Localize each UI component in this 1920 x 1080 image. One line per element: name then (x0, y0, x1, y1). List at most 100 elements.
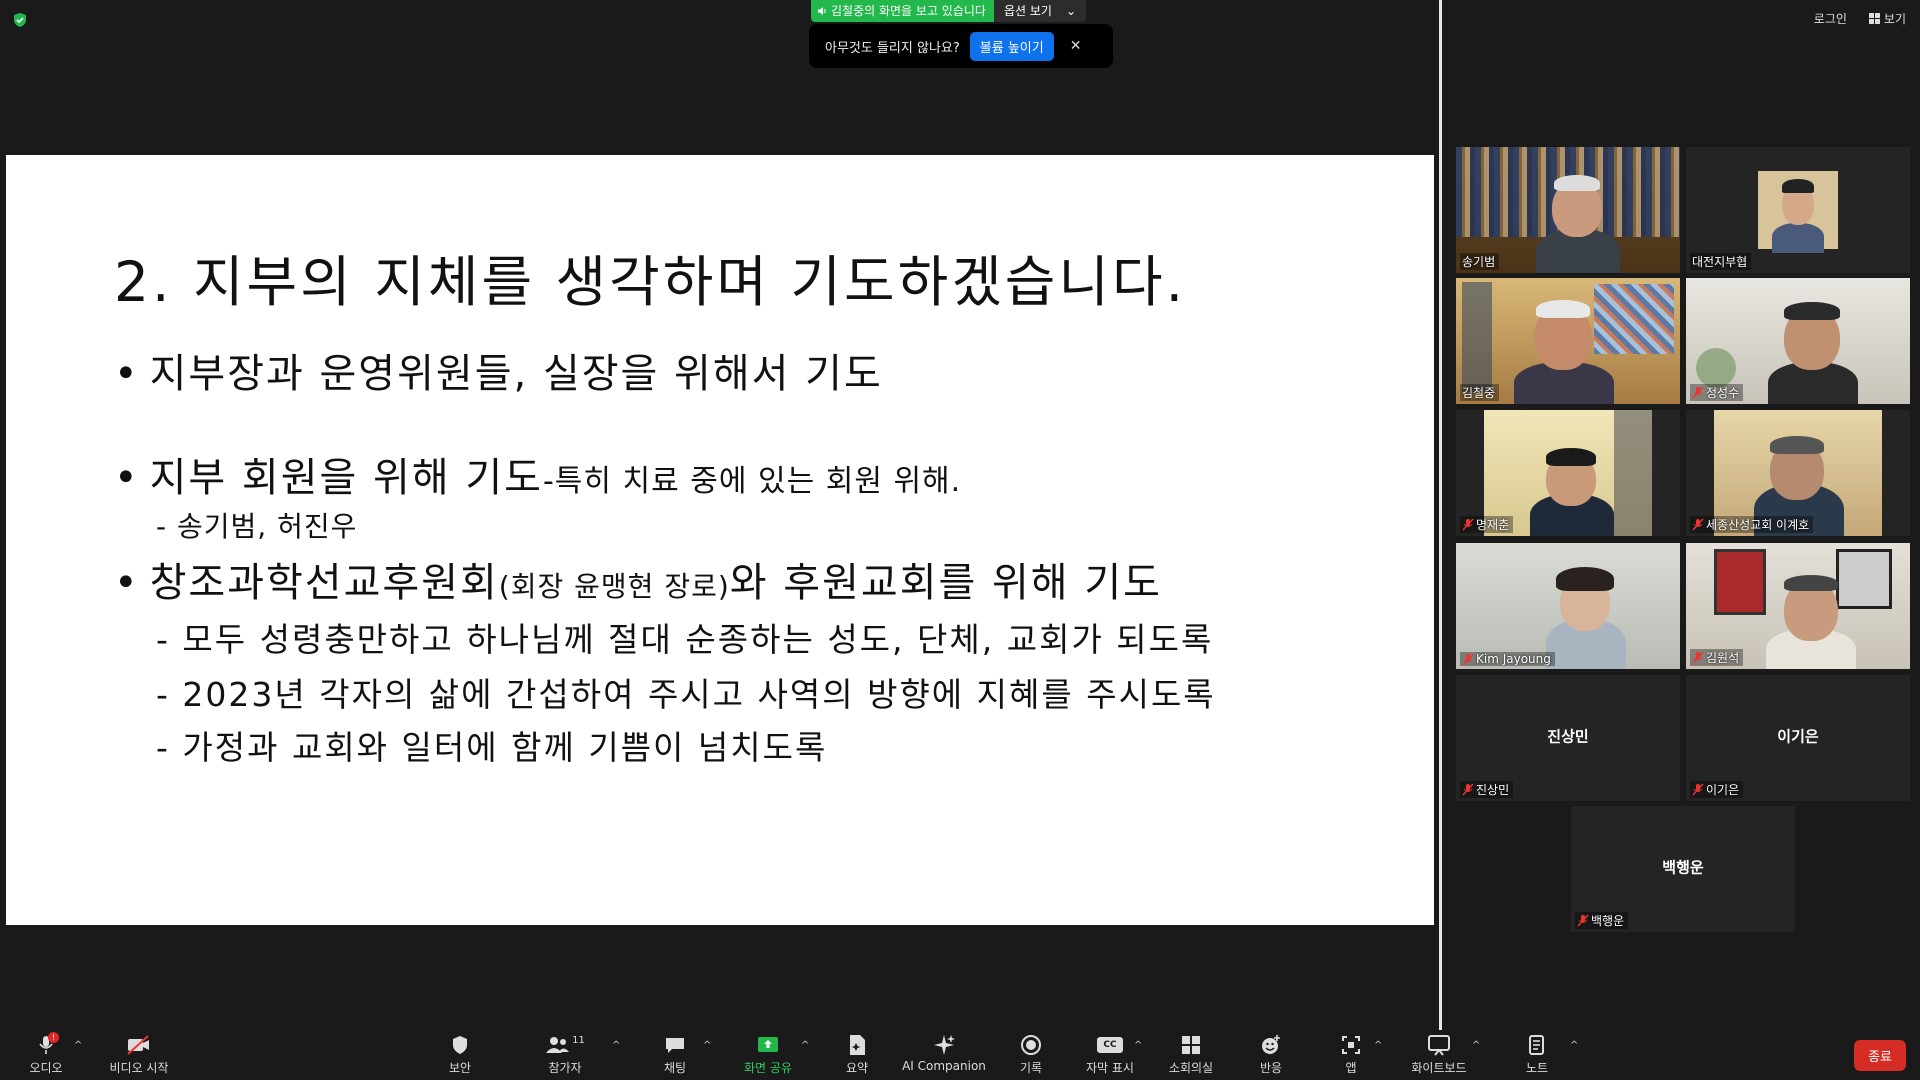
whiteboard-button[interactable]: 화이트보드 (1404, 1030, 1474, 1080)
participant-video-tile[interactable]: 명재춘 (1456, 410, 1680, 536)
participant-display-name: 이기은 (1777, 727, 1819, 746)
video-off-icon (126, 1033, 152, 1057)
breakout-rooms-button[interactable]: 소회의실 (1166, 1030, 1216, 1080)
chevron-down-icon: ⌄ (1065, 4, 1077, 18)
view-options-button[interactable]: 옵션 보기 ⌄ (993, 0, 1087, 22)
close-icon[interactable]: ✕ (1070, 38, 1082, 54)
breakout-rooms-label: 소회의실 (1168, 1061, 1214, 1075)
bullet-dot: • (114, 560, 140, 606)
start-video-label: 비디오 시작 (109, 1061, 169, 1075)
apps-label: 앱 (1345, 1061, 1357, 1075)
mic-muted-icon (1462, 518, 1474, 531)
apps-options-caret[interactable]: ^ (1374, 1040, 1382, 1051)
mic-muted-icon (1692, 518, 1704, 531)
participant-name: 대전지부협 (1690, 253, 1752, 270)
top-right-controls: 로그인 보기 (1814, 10, 1906, 27)
notes-options-caret[interactable]: ^ (1570, 1040, 1578, 1051)
ai-companion-label: AI Companion (902, 1059, 986, 1073)
participants-label: 참가자 (548, 1061, 582, 1075)
chat-button[interactable]: 채팅 (660, 1030, 690, 1080)
bullet-3-sub-1: - 모두 성령충만하고 하나님께 절대 순종하는 성도, 단체, 교회가 되도록 (156, 620, 1214, 659)
whiteboard-options-caret[interactable]: ^ (1472, 1040, 1480, 1051)
notes-label: 노트 (1525, 1061, 1549, 1075)
mic-muted-icon (1462, 783, 1474, 796)
bullet-3-sub-3: - 가정과 교회와 일터에 함께 기쁨이 넘치도록 (156, 728, 828, 767)
breakout-grid-icon (1180, 1033, 1202, 1057)
security-shield-icon (14, 13, 26, 27)
slide-bullet-1: • 지부장과 운영위원들, 실장을 위해서 기도 (114, 341, 883, 399)
summary-label: 요약 (845, 1061, 869, 1075)
mic-muted-icon (1692, 651, 1704, 664)
bullet-1-text: 지부장과 운영위원들, 실장을 위해서 기도 (149, 351, 883, 397)
screen-share-banner: 김철중의 화면을 보고 있습니다 옵션 보기 ⌄ (811, 0, 1087, 22)
end-meeting-button[interactable]: 종료 (1854, 1040, 1906, 1071)
participant-video-tile-active-speaker[interactable]: 김철중 (1456, 278, 1680, 404)
view-button[interactable]: 보기 (1868, 10, 1906, 27)
profile-picture (1758, 171, 1838, 253)
summary-button[interactable]: 요약 (842, 1030, 872, 1080)
slide-title: 2. 지부의 지체를 생각하며 기도하겠습니다. (114, 250, 1187, 314)
ai-companion-button[interactable]: AI Companion (902, 1030, 986, 1080)
chat-bubble-icon (664, 1033, 686, 1057)
audio-button[interactable]: ! 오디오 (26, 1030, 66, 1080)
login-button[interactable]: 로그인 (1814, 10, 1847, 27)
closed-captions-icon: CC (1097, 1033, 1123, 1057)
captions-options-caret[interactable]: ^ (1134, 1040, 1142, 1051)
captions-label: 자막 표시 (1086, 1061, 1134, 1075)
participant-video-tile[interactable]: 송기범 (1456, 147, 1680, 273)
notes-button[interactable]: 노트 (1522, 1030, 1552, 1080)
cc-glyph: CC (1097, 1037, 1123, 1053)
captions-button[interactable]: CC 자막 표시 (1082, 1030, 1138, 1080)
participant-video-tile[interactable]: Kim Jayoung (1456, 543, 1680, 669)
participant-video-tile[interactable]: 대전지부협 (1686, 147, 1910, 273)
bullet-3-main: 창조과학선교후원회 (149, 560, 499, 606)
record-button[interactable]: 기록 (1016, 1030, 1046, 1080)
participant-name: 백행운 (1575, 912, 1629, 929)
participant-tile-no-video[interactable]: 백행운 백행운 (1571, 806, 1795, 932)
bullet-2-main: 지부 회원을 위해 기도 (149, 455, 543, 501)
bullet-3-paren: (회장 윤맹현 장로) (498, 570, 730, 603)
summary-document-icon (847, 1033, 867, 1057)
participant-name: 세종산성교회 이계호 (1690, 516, 1814, 533)
audio-toast-message: 아무것도 들리지 않나요? (825, 40, 960, 56)
participant-name: 김철중 (1460, 384, 1500, 401)
view-label: 보기 (1883, 12, 1906, 26)
shield-icon (451, 1033, 469, 1057)
increase-volume-button[interactable]: 볼륨 높이기 (969, 31, 1054, 61)
audio-warning-badge: ! (48, 1032, 59, 1043)
record-label: 기록 (1019, 1061, 1043, 1075)
audio-options-caret[interactable]: ^ (74, 1040, 82, 1051)
share-options-caret[interactable]: ^ (801, 1040, 809, 1051)
video-feed (1456, 543, 1680, 669)
participants-options-caret[interactable]: ^ (612, 1040, 620, 1051)
apps-button[interactable]: 앱 (1338, 1030, 1364, 1080)
mic-muted-icon (1577, 914, 1589, 927)
participant-name: 송기범 (1460, 253, 1500, 270)
participant-video-tile[interactable]: 정성수 (1686, 278, 1910, 404)
share-status: 김철중의 화면을 보고 있습니다 (811, 0, 994, 22)
participant-video-tile[interactable]: 김원석 (1686, 543, 1910, 669)
participant-tile-no-video[interactable]: 이기은 이기은 (1686, 675, 1910, 801)
security-label: 보안 (448, 1061, 472, 1075)
share-screen-icon (756, 1033, 780, 1057)
participant-tile-no-video[interactable]: 진상민 진상민 (1456, 675, 1680, 801)
whiteboard-icon (1427, 1033, 1451, 1057)
reactions-button[interactable]: 반응 (1256, 1030, 1286, 1080)
panel-divider[interactable] (1439, 0, 1442, 1030)
audio-label: 오디오 (29, 1061, 63, 1075)
participant-display-name: 백행운 (1662, 858, 1704, 877)
participants-button[interactable]: 11 참가자 (540, 1030, 590, 1080)
notes-icon (1528, 1033, 1546, 1057)
slide-bullet-2: • 지부 회원을 위해 기도-특히 치료 중에 있는 회원 위해. (114, 445, 961, 503)
share-status-text: 김철중의 화면을 보고 있습니다 (831, 4, 986, 18)
participant-display-name: 진상민 (1547, 727, 1589, 746)
meeting-toolbar: ! 오디오 ^ 비디오 시작 보안 11 참가자 ^ 채팅 ^ 화면 공유 ^ (0, 1030, 1920, 1080)
chat-options-caret[interactable]: ^ (703, 1040, 711, 1051)
share-screen-button[interactable]: 화면 공유 (740, 1030, 796, 1080)
participant-video-tile[interactable]: 세종산성교회 이계호 (1686, 410, 1910, 536)
bullet-2-tail: -특히 치료 중에 있는 회원 위해. (542, 464, 962, 499)
reactions-label: 반응 (1259, 1061, 1283, 1075)
security-button[interactable]: 보안 (444, 1030, 476, 1080)
participants-count: 11 (572, 1034, 585, 1046)
start-video-button[interactable]: 비디오 시작 (104, 1030, 174, 1080)
